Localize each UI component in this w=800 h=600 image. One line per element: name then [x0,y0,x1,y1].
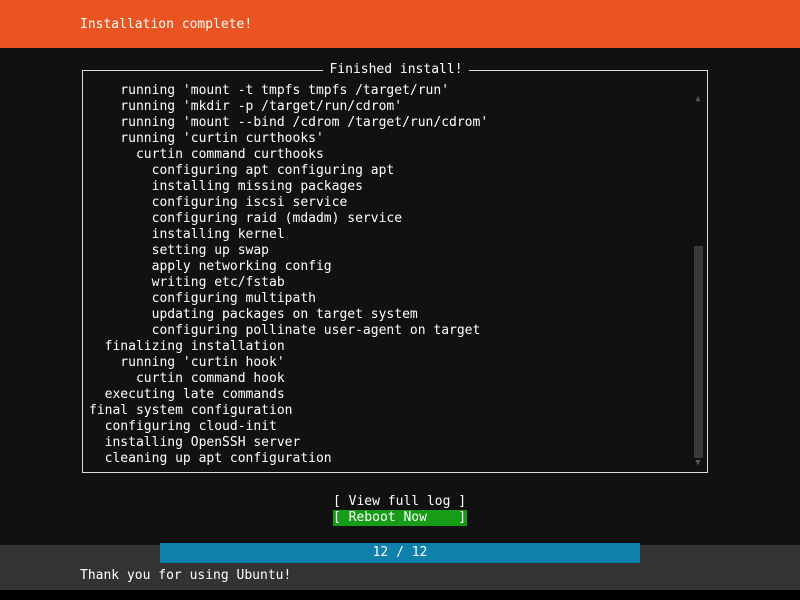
install-log-panel: Finished install! running 'mount -t tmpf… [82,62,708,473]
log-line: configuring pollinate user-agent on targ… [89,323,481,338]
log-line: apply networking config [89,259,332,274]
log-line: running 'mount -t tmpfs tmpfs /target/ru… [89,83,450,98]
log-line: running 'curtin hook' [89,355,285,370]
reboot-now-button[interactable]: [ Reboot Now ] [333,510,467,526]
progress-bar: 12 / 12 [160,543,640,563]
install-log-title: Finished install! [83,62,709,78]
log-line: finalizing installation [89,339,285,354]
scroll-down-icon[interactable]: ▼ [692,458,704,468]
log-line: configuring iscsi service [89,195,348,210]
log-line: configuring raid (mdadm) service [89,211,403,226]
progress-bar-label: 12 / 12 [372,545,428,560]
view-full-log-button[interactable]: [ View full log ] [333,494,467,510]
installer-screen: Installation complete! Finished install!… [0,0,800,600]
log-line: curtin command hook [89,371,285,386]
main-content: Finished install! running 'mount -t tmpf… [0,48,800,545]
bottom-edge [0,590,800,600]
scroll-up-icon[interactable]: ▲ [692,94,704,104]
log-line: running 'mkdir -p /target/run/cdrom' [89,99,403,114]
log-line: cleaning up apt configuration [89,451,332,466]
scrollbar-thumb[interactable] [694,246,703,458]
install-log-lines: running 'mount -t tmpfs tmpfs /target/ru… [89,83,679,467]
page-title: Installation complete! [80,17,253,32]
log-line: configuring cloud-init [89,419,277,434]
log-scrollbar[interactable]: ▲ ▼ [692,74,704,469]
log-line: final system configuration [89,403,293,418]
log-line: setting up swap [89,243,270,258]
log-line: updating packages on target system [89,307,418,322]
log-line: running 'mount --bind /cdrom /target/run… [89,115,489,130]
log-line: installing OpenSSH server [89,435,301,450]
log-line: executing late commands [89,387,285,402]
action-buttons: [ View full log ] [ Reboot Now ] [0,494,800,526]
footer-message: Thank you for using Ubuntu! [80,568,292,583]
log-line: installing kernel [89,227,285,242]
log-line: writing etc/fstab [89,275,285,290]
log-line: installing missing packages [89,179,363,194]
log-line: configuring apt configuring apt [89,163,395,178]
log-line: running 'curtin curthooks' [89,131,324,146]
log-line: configuring multipath [89,291,316,306]
log-line: curtin command curthooks [89,147,324,162]
header-bar: Installation complete! [0,0,800,48]
install-log-title-text: Finished install! [323,62,469,77]
